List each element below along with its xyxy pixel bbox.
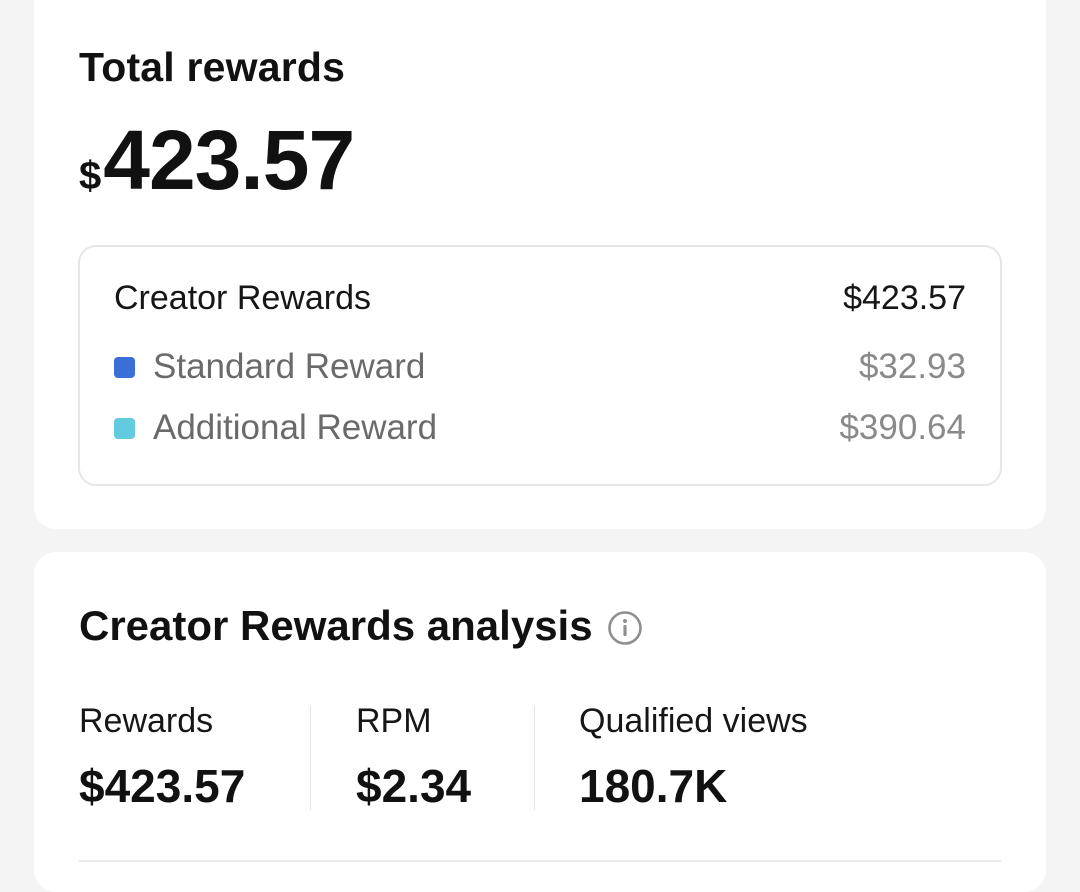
info-icon[interactable] xyxy=(607,608,643,645)
additional-reward-label: Additional Reward xyxy=(153,408,438,447)
standard-reward-row: Standard Reward $32.93 xyxy=(114,347,966,387)
metric-rewards-value: $423.57 xyxy=(79,760,246,812)
metric-divider xyxy=(310,706,311,810)
creator-rewards-value: $423.57 xyxy=(843,279,966,317)
analysis-title-text: Creator Rewards analysis xyxy=(79,602,593,649)
rewards-analysis-card: Creator Rewards analysis Rewards $423.57… xyxy=(34,552,1046,892)
section-divider xyxy=(79,860,1001,862)
additional-reward-swatch xyxy=(114,417,135,439)
metric-rpm-label: RPM xyxy=(356,702,432,740)
metric-qualified-views: Qualified views 180.7K xyxy=(534,702,808,812)
total-rewards-amount: $ 423.57 xyxy=(79,112,355,209)
analysis-title: Creator Rewards analysis xyxy=(79,602,643,650)
standard-reward-value: $32.93 xyxy=(858,347,966,386)
standard-reward-swatch xyxy=(114,356,135,378)
metric-qualified-views-value: 180.7K xyxy=(579,760,728,812)
metric-rpm-value: $2.34 xyxy=(356,760,472,812)
rewards-breakdown: Creator Rewards $423.57 Standard Reward … xyxy=(78,245,1002,486)
metric-rpm: RPM $2.34 xyxy=(310,702,534,812)
metric-rewards: Rewards $423.57 xyxy=(79,702,310,812)
total-rewards-title: Total rewards xyxy=(79,44,346,90)
creator-rewards-label: Creator Rewards xyxy=(114,279,371,317)
additional-reward-row: Additional Reward $390.64 xyxy=(114,408,966,448)
breakdown-header-row: Creator Rewards $423.57 xyxy=(114,279,966,318)
standard-reward-label: Standard Reward xyxy=(153,347,426,386)
metric-divider xyxy=(534,706,535,810)
currency-symbol: $ xyxy=(79,154,102,198)
analysis-metrics: Rewards $423.57 RPM $2.34 Qualified view… xyxy=(79,702,808,812)
total-rewards-card: Total rewards $ 423.57 Creator Rewards $… xyxy=(34,0,1046,529)
metric-qualified-views-label: Qualified views xyxy=(579,702,808,740)
additional-reward-value: $390.64 xyxy=(839,408,966,447)
total-rewards-value: 423.57 xyxy=(103,113,355,207)
metric-rewards-label: Rewards xyxy=(79,702,214,740)
